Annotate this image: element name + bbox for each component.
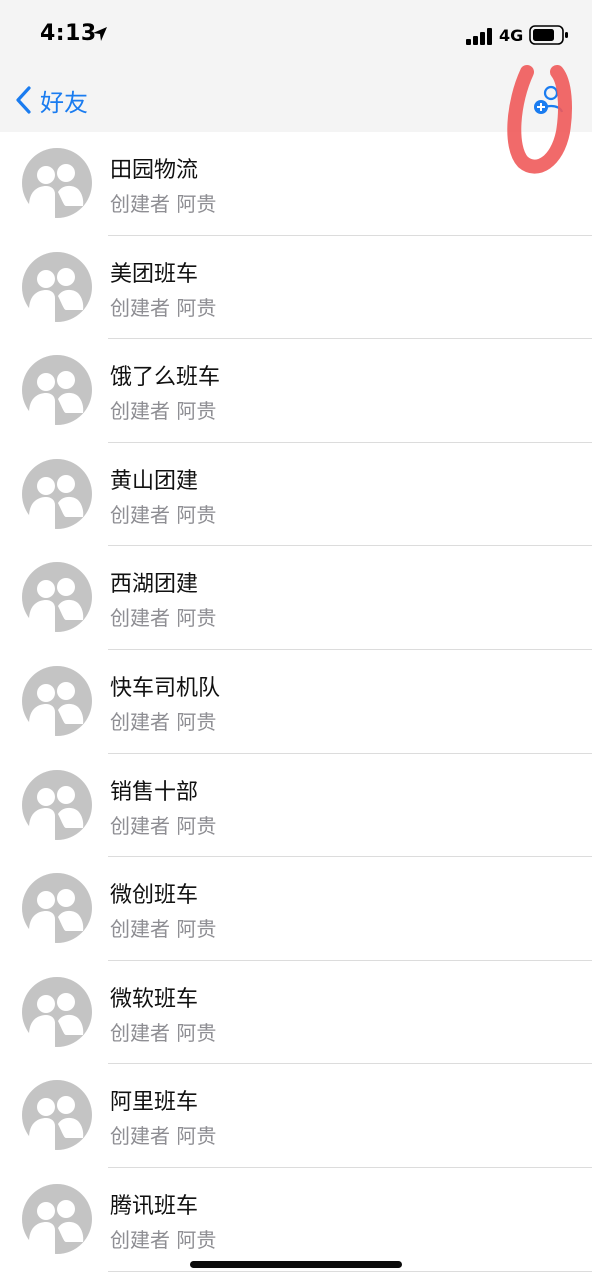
group-row[interactable]: 田园物流创建者 阿贵 [0,132,592,236]
group-name: 微创班车 [110,883,199,909]
group-avatar-icon [22,458,92,529]
home-indicator [190,1261,402,1268]
group-creator: 创建者 阿贵 [110,917,217,942]
group-creator: 创建者 阿贵 [110,192,217,216]
row-divider [108,1270,592,1272]
group-creator: 创建者 阿贵 [110,1020,217,1045]
navigation-bar: 好友 [0,70,592,132]
group-creator: 创建者 阿贵 [110,399,217,424]
group-row[interactable]: 饿了么班车创建者 阿贵 [0,339,592,443]
group-avatar-icon [22,355,92,426]
group-avatar-icon [22,1183,92,1254]
group-avatar-icon [22,665,92,736]
group-row[interactable]: 微创班车创建者 阿贵 [0,857,592,961]
status-bar: 4:13 4G [0,0,592,70]
group-creator: 创建者 阿贵 [110,813,217,838]
group-creator: 创建者 阿贵 [110,295,217,320]
group-name: 腾讯班车 [110,1193,199,1219]
group-row[interactable]: 黄山团建创建者 阿贵 [0,443,592,547]
group-avatar-icon [22,562,92,633]
group-name: 西湖团建 [110,572,199,598]
group-name: 田园物流 [110,158,199,183]
group-name: 快车司机队 [110,675,221,701]
group-avatar-icon [22,976,92,1047]
group-name: 销售十部 [110,779,199,805]
group-creator: 创建者 阿贵 [110,1124,217,1149]
group-row[interactable]: 销售十部创建者 阿贵 [0,754,592,858]
group-creator: 创建者 阿贵 [110,606,217,631]
signal-icon [466,28,492,45]
group-row[interactable]: 微软班车创建者 阿贵 [0,961,592,1065]
group-avatar-icon [22,251,92,322]
group-name: 美团班车 [110,261,199,287]
group-row[interactable]: 美团班车创建者 阿贵 [0,236,592,340]
group-avatar-icon [22,1080,92,1151]
group-avatar-icon [22,769,92,840]
group-avatar-icon [22,148,92,218]
chevron-left-icon [16,86,31,114]
status-time: 4:13 [40,21,97,46]
battery-icon [529,25,568,45]
group-creator: 创建者 阿贵 [110,709,217,734]
group-name: 黄山团建 [110,468,199,494]
add-friend-icon[interactable] [532,84,566,118]
location-arrow-icon [93,27,107,41]
group-avatar-icon [22,873,92,944]
group-creator: 创建者 阿贵 [110,1227,217,1252]
group-creator: 创建者 阿贵 [110,502,217,527]
group-list: 田园物流 创建者 阿贵 美团班车 创建者 阿贵 饿了么班车 创建者 阿贵 黄山团建 创建… [0,132,592,1272]
group-row[interactable]: 西湖团建创建者 阿贵 [0,546,592,650]
network-type: 4G [499,26,524,45]
group-name: 饿了么班车 [110,365,221,391]
group-row[interactable]: 腾讯班车创建者 阿贵 [0,1168,592,1272]
back-button[interactable]: 好友 [14,80,88,120]
group-name: 微软班车 [110,986,199,1012]
back-label: 好友 [40,88,88,117]
group-row[interactable]: 快车司机队创建者 阿贵 [0,650,592,754]
group-row[interactable]: 阿里班车创建者 阿贵 [0,1064,592,1168]
group-name: 阿里班车 [110,1090,199,1116]
